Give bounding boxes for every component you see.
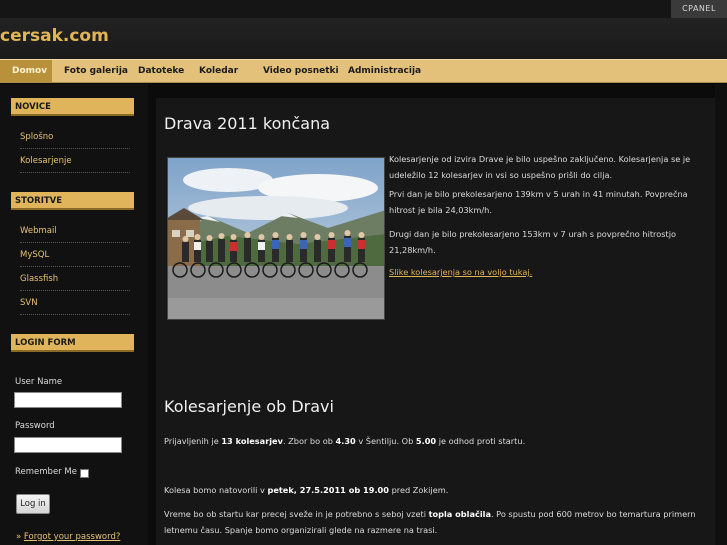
nav-item-koledar[interactable]: Koledar xyxy=(199,60,238,82)
right-strip xyxy=(715,84,727,545)
sidebar-item-webmail[interactable]: Webmail xyxy=(20,221,130,243)
forgot-password-link[interactable]: Forgot your password? xyxy=(24,532,120,542)
text: . Zbor bo ob xyxy=(282,436,336,446)
nav-item-foto-galerija[interactable]: Foto galerija xyxy=(64,60,128,82)
bold-text: 13 kolesarjev xyxy=(221,436,283,446)
article-1-paragraph-1: Kolesarjenje od izvira Drave je bilo usp… xyxy=(389,154,691,180)
bold-text: 5.00 xyxy=(415,436,437,446)
nav-item-video-posnetki[interactable]: Video posnetki xyxy=(263,60,339,82)
storitve-title: STORITVE xyxy=(11,192,134,210)
forgot-password: » Forgot your password? xyxy=(16,532,120,542)
nav-item-administracija[interactable]: Administracija xyxy=(348,60,421,82)
article-1-photos-paragraph: Slike kolesarjenja so na voljo tukaj. xyxy=(389,265,711,281)
password-label: Password xyxy=(15,421,55,431)
remember-me-checkbox[interactable] xyxy=(80,469,89,478)
photos-link[interactable]: Slike kolesarjenja so na voljo tukaj. xyxy=(389,267,532,277)
login-button[interactable]: Log in xyxy=(16,494,50,514)
text: je odhod proti startu. xyxy=(436,436,526,446)
sidebar-item-mysql[interactable]: MySQL xyxy=(20,245,130,267)
article-title: Kolesarjenje ob Dravi xyxy=(164,397,334,416)
sidebar-item-svn[interactable]: SVN xyxy=(20,293,130,315)
sidebar-item-glassfish[interactable]: Glassfish xyxy=(20,269,130,291)
login-form-title: LOGIN FORM xyxy=(11,334,134,352)
text: v Šentilju. Ob xyxy=(355,436,416,446)
header xyxy=(0,18,727,59)
username-label: User Name xyxy=(15,377,63,387)
text: Kolesa bomo natovorili v xyxy=(164,485,268,495)
article-title: Drava 2011 končana xyxy=(164,114,331,133)
article-2-paragraph-3: Vreme bo ob startu kar precej sveže in j… xyxy=(164,507,712,538)
bold-text: 4.30 xyxy=(335,436,356,446)
remember-me-label: Remember Me xyxy=(15,467,77,477)
nav-item-datoteke[interactable]: Datoteke xyxy=(138,60,184,82)
site-logo[interactable]: cersak.com xyxy=(0,26,109,46)
text: Prijavljenih je xyxy=(164,436,222,446)
sidebar-item-kolesarjenje[interactable]: Kolesarjenje xyxy=(20,151,130,173)
bold-text: petek, 27.5.2011 ob 19.00 xyxy=(267,485,389,495)
article-2-paragraph-1: Prijavljenih je 13 kolesarjev. Zbor bo o… xyxy=(164,434,714,450)
article-1-paragraph-2: Prvi dan je bilo prekolesarjeno 139km v … xyxy=(389,189,688,215)
main-nav: Domov Foto galerija Datoteke Koledar Vid… xyxy=(0,59,727,83)
bold-text: topla oblačila xyxy=(428,509,491,519)
username-input[interactable] xyxy=(14,392,122,408)
password-input[interactable] xyxy=(14,437,122,453)
text: Vreme bo ob startu kar precej sveže in j… xyxy=(164,509,429,519)
cycling-group-photo xyxy=(167,157,385,320)
cpanel-button[interactable]: CPANEL xyxy=(671,0,727,18)
text: pred Zokijem. xyxy=(388,485,449,495)
article-1-paragraph-3: Drugi dan je bilo prekolesarjeno 153km v… xyxy=(389,229,677,255)
nav-item-domov[interactable]: Domov xyxy=(0,60,52,82)
article-2-paragraph-2: Kolesa bomo natovorili v petek, 27.5.201… xyxy=(164,483,714,499)
top-bar xyxy=(0,0,727,18)
sidebar-item-splosno[interactable]: Splošno xyxy=(20,127,130,149)
bullet-icon: » xyxy=(16,532,22,542)
novice-title: NOVICE xyxy=(11,98,134,116)
